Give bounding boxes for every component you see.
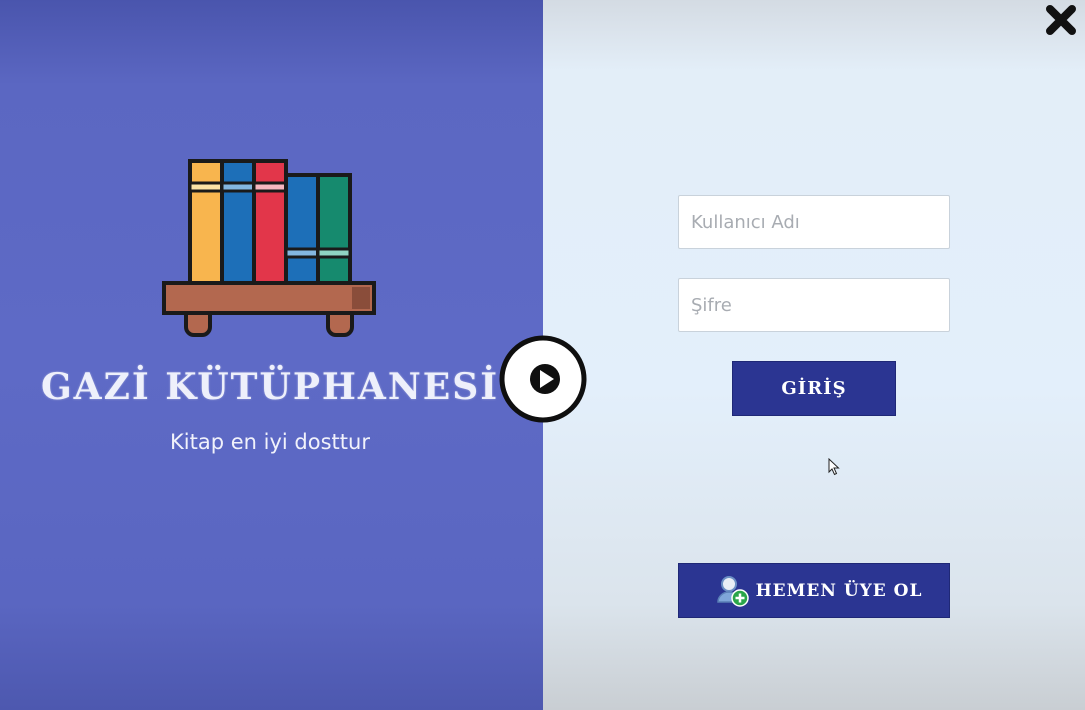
login-button[interactable]: GİRİŞ [732,361,896,416]
app-title: GAZİ KÜTÜPHANESİ [40,366,500,408]
user-add-icon [716,575,749,607]
close-icon[interactable] [1045,4,1077,36]
signup-button[interactable]: HEMEN ÜYE OL [678,563,950,618]
password-input[interactable] [678,278,950,332]
signup-button-label: HEMEN ÜYE OL [755,580,923,601]
books-on-shelf-icon [162,159,376,337]
app-tagline: Kitap en iyi dosttur [170,430,370,454]
play-icon[interactable] [498,334,588,424]
username-input[interactable] [678,195,950,249]
brand-panel: GAZİ KÜTÜPHANESİ Kitap en iyi dosttur [0,0,543,710]
mouse-cursor-icon [828,458,840,476]
login-button-label: GİRİŞ [781,378,847,399]
